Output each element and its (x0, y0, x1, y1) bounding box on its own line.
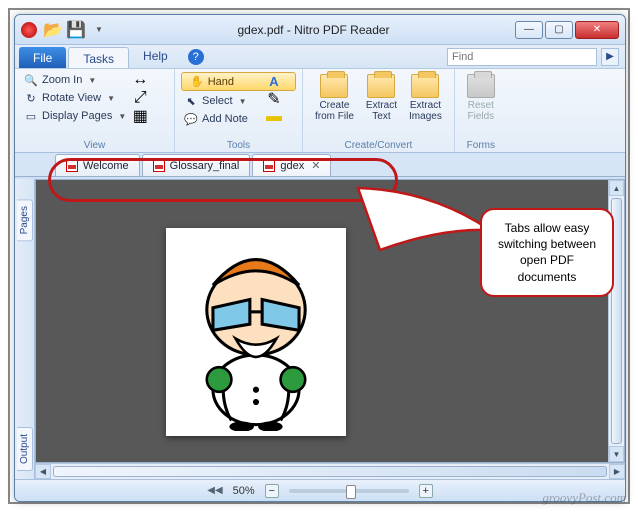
help-icon[interactable]: ? (188, 49, 204, 65)
tab-help[interactable]: Help (129, 45, 182, 68)
doc-tab-label: Welcome (83, 160, 129, 172)
group-label-view: View (21, 138, 168, 151)
document-tabs: Welcome Glossary_final gdex ✕ (15, 153, 625, 177)
highlight-icon[interactable]: ▬ (267, 110, 281, 124)
extract-text-button[interactable]: Extract Text (360, 72, 403, 124)
add-note-label: Add Note (202, 113, 248, 125)
doc-tab-gdex[interactable]: gdex ✕ (252, 154, 331, 176)
minimize-button[interactable]: — (515, 21, 543, 39)
outer-frame: 📂 💾 ▼ gdex.pdf - Nitro PDF Reader — ▢ ✕ … (8, 8, 630, 504)
pdf-page (166, 228, 346, 436)
signature-icon[interactable]: ✎ (267, 92, 281, 106)
app-icon (21, 22, 37, 38)
create-label: Create from File (315, 100, 354, 122)
scroll-up-button[interactable]: ▲ (609, 180, 624, 196)
save-icon: 💾 (69, 23, 83, 37)
left-sidebar: Pages Output (15, 179, 35, 479)
create-from-file-button[interactable]: Create from File (309, 72, 360, 124)
zoom-in-label: Zoom In (42, 74, 82, 86)
chevron-down-icon: ▼ (239, 97, 247, 106)
extract-text-label: Extract Text (366, 100, 397, 122)
ribbon-group-tools: ✋ Hand ⬉ Select ▼ 💬 Add Note A ✎ ▬ Tools (175, 69, 303, 152)
horizontal-scrollbar[interactable]: ◀ ▶ (35, 463, 625, 479)
watermark: groovyPost.com (542, 490, 626, 506)
pdf-icon (153, 160, 165, 172)
doc-tab-welcome[interactable]: Welcome (55, 154, 140, 176)
statusbar: ◀◀ 50% − + (15, 479, 625, 501)
zoom-value: 50% (233, 485, 255, 497)
callout-text: Tabs allow easy switching between open P… (498, 221, 596, 284)
find-input[interactable] (447, 48, 597, 66)
zoom-in-button[interactable]: + (419, 484, 433, 498)
doc-tab-glossary[interactable]: Glossary_final (142, 154, 251, 176)
pdf-icon (66, 160, 78, 172)
extract-images-button[interactable]: Extract Images (403, 72, 448, 124)
find-wrap: ▶ (447, 45, 625, 68)
titlebar: 📂 💾 ▼ gdex.pdf - Nitro PDF Reader — ▢ ✕ (15, 15, 625, 45)
reset-fields-button: Reset Fields (461, 72, 501, 124)
pages-panel-tab[interactable]: Pages (17, 199, 33, 241)
tab-tasks[interactable]: Tasks (68, 47, 129, 68)
scroll-thumb[interactable] (53, 466, 607, 477)
find-next-button[interactable]: ▶ (601, 48, 619, 66)
chevron-down-icon: ▼ (88, 76, 96, 85)
note-icon: 💬 (184, 112, 198, 126)
zoom-in-button[interactable]: 🔍 Zoom In ▼ (21, 72, 129, 88)
select-label: Select (202, 95, 233, 107)
window-controls: — ▢ ✕ (515, 21, 619, 39)
chevron-down-icon: ▼ (95, 25, 103, 34)
form-icon (467, 74, 495, 98)
page-layout-icon[interactable]: ▦ (133, 109, 147, 123)
zoom-slider[interactable] (289, 489, 409, 493)
display-pages-label: Display Pages (42, 110, 112, 122)
fit-page-icon[interactable]: ⤢ (133, 91, 147, 105)
window-title: gdex.pdf - Nitro PDF Reader (112, 23, 515, 37)
extract-images-label: Extract Images (409, 100, 442, 122)
cartoon-image (174, 236, 338, 431)
qat-open-button[interactable]: 📂 (43, 20, 63, 40)
scroll-left-button[interactable]: ◀ (35, 464, 51, 479)
close-button[interactable]: ✕ (575, 21, 619, 39)
fit-width-icon[interactable]: ↔ (133, 73, 147, 87)
qat-save-button[interactable]: 💾 (66, 20, 86, 40)
group-label-forms: Forms (461, 138, 501, 151)
ribbon-group-view: 🔍Zoom In▼ ↻Rotate View▼ ▭Display Pages▼ … (15, 69, 175, 152)
doc-tab-label: gdex (280, 160, 304, 172)
file-menu-button[interactable]: File (19, 47, 66, 68)
reset-fields-label: Reset Fields (467, 100, 494, 122)
ribbon-group-create: Create from File Extract Text Extract Im… (303, 69, 455, 152)
ribbon: 🔍Zoom In▼ ↻Rotate View▼ ▭Display Pages▼ … (15, 69, 625, 153)
prev-page-button[interactable]: ◀◀ (207, 485, 222, 496)
annotation-callout: Tabs allow easy switching between open P… (480, 208, 614, 297)
group-label-tools: Tools (181, 138, 296, 151)
ribbon-group-forms: Reset Fields Forms (455, 69, 507, 152)
cursor-icon: ⬉ (184, 94, 198, 108)
hand-icon: ✋ (190, 75, 204, 88)
hand-label: Hand (208, 76, 234, 88)
folder-icon (367, 74, 395, 98)
doc-tab-label: Glossary_final (170, 160, 240, 172)
text-tool-icon[interactable]: A (267, 74, 281, 88)
rotate-icon: ↻ (24, 91, 38, 105)
display-pages-button[interactable]: ▭ Display Pages ▼ (21, 108, 129, 124)
chevron-down-icon: ▼ (107, 94, 115, 103)
scroll-right-button[interactable]: ▶ (609, 464, 625, 479)
zoom-out-button[interactable]: − (265, 484, 279, 498)
pdf-icon (263, 160, 275, 172)
chevron-down-icon: ▼ (118, 112, 126, 121)
pages-icon: ▭ (24, 109, 38, 123)
zoom-in-icon: 🔍 (24, 73, 38, 87)
folder-open-icon: 📂 (46, 23, 60, 37)
folder-icon (411, 74, 439, 98)
output-panel-tab[interactable]: Output (17, 427, 33, 471)
maximize-button[interactable]: ▢ (545, 21, 573, 39)
group-label-create: Create/Convert (309, 138, 448, 151)
scroll-down-button[interactable]: ▼ (609, 446, 624, 462)
menu-bar: File Tasks Help ? ▶ (15, 45, 625, 69)
rotate-view-button[interactable]: ↻ Rotate View ▼ (21, 90, 129, 106)
close-tab-icon[interactable]: ✕ (311, 159, 320, 172)
rotate-label: Rotate View (42, 92, 101, 104)
folder-icon (320, 74, 348, 98)
qat-dropdown[interactable]: ▼ (89, 20, 109, 40)
